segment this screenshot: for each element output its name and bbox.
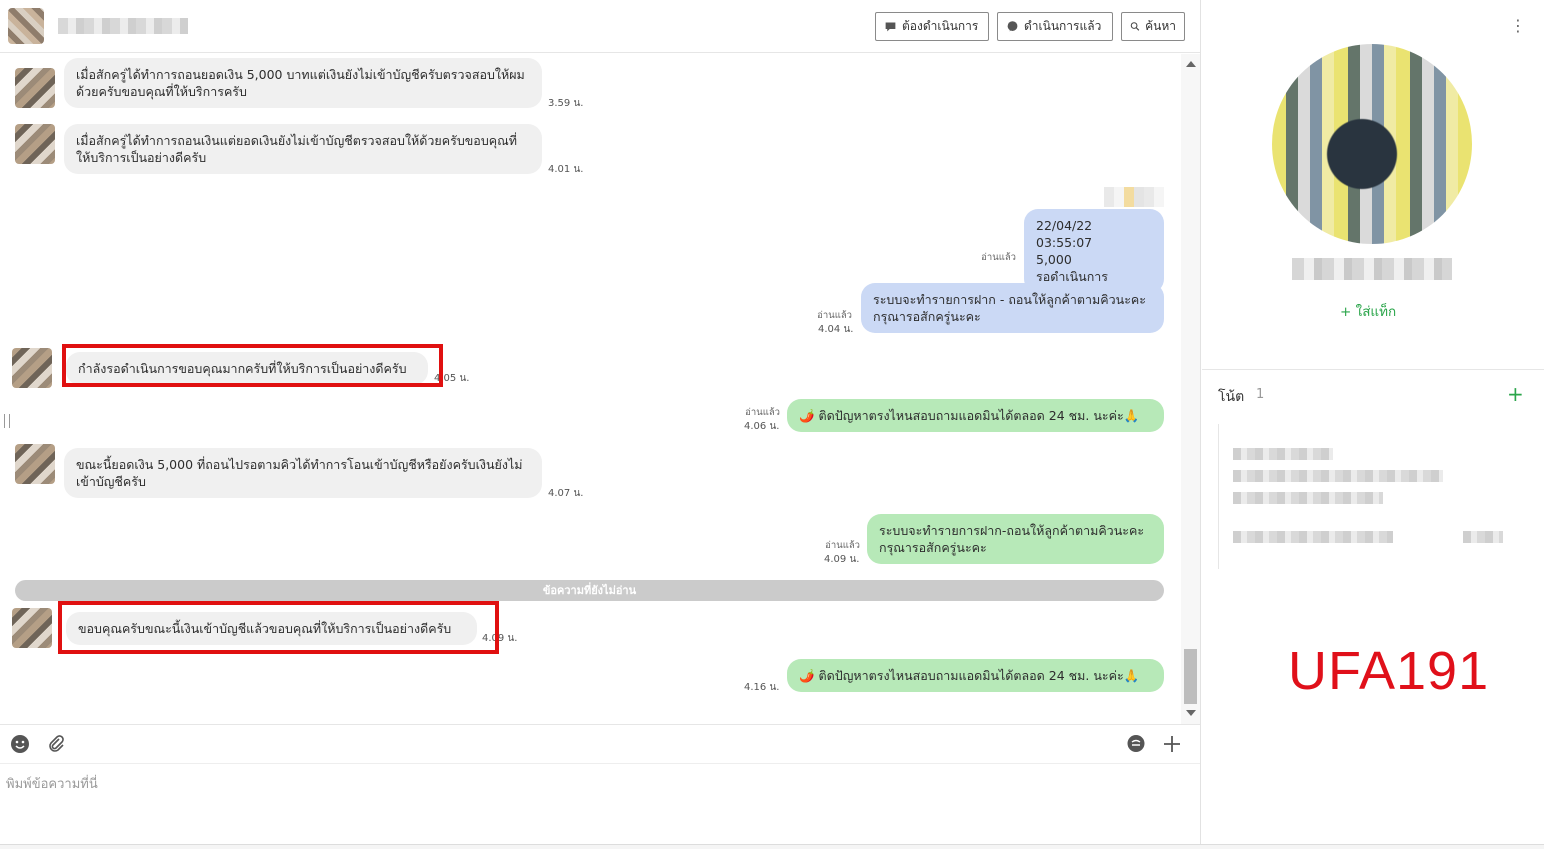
note-line-blurred (1233, 470, 1443, 482)
highlight-box (58, 601, 499, 654)
app-window: ต้องดำเนินการ ดำเนินการแล้ว ค้นหา เมื่อส… (0, 0, 1544, 849)
scroll-down-arrow-icon[interactable] (1186, 710, 1196, 716)
incoming-message: เมื่อสักครู่ได้ทำการถอนเงินแต่ยอดเงินยัง… (64, 124, 542, 174)
message-time: 3.59 น. (548, 98, 584, 109)
customer-avatar[interactable] (12, 348, 52, 388)
transaction-datetime: 22/04/22 03:55:07 (1036, 218, 1093, 250)
window-bottom-edge (0, 844, 1544, 849)
done-filter-button[interactable]: ดำเนินการแล้ว (997, 12, 1113, 41)
unread-divider: ข้อความที่ยังไม่อ่าน (15, 580, 1164, 601)
note-line-blurred (1233, 492, 1383, 504)
pending-filter-label: ต้องดำเนินการ (902, 19, 979, 33)
chat-column: ต้องดำเนินการ ดำเนินการแล้ว ค้นหา เมื่อส… (0, 0, 1201, 849)
note-line-blurred (1463, 531, 1503, 543)
notes-title: โน้ต (1218, 389, 1245, 405)
watermark-text: UFA191 (1288, 641, 1490, 701)
message-time: 4.06 น. (744, 421, 780, 432)
attachment-icon[interactable] (45, 733, 67, 755)
add-tag-link[interactable]: + ใส่แท็ก (1340, 300, 1396, 322)
outgoing-message: ระบบจะทำรายการฝาก-ถอนให้ลูกค้าตามคิวนะคะ… (867, 514, 1164, 564)
speech-bubble-icon (885, 22, 896, 32)
outgoing-message: 🌶️ ติดปัญหาตรงไหนสอบถามแอดมินได้ตลอด 24 … (787, 399, 1164, 432)
message-time: 4.16 น. (744, 682, 780, 693)
chat-bubble-icon (1007, 21, 1018, 32)
search-icon (1130, 22, 1140, 31)
read-receipt: อ่านแล้ว (981, 252, 1016, 263)
note-line-blurred (1233, 531, 1393, 543)
profile-name-blurred (1292, 258, 1452, 280)
contact-avatar[interactable] (8, 8, 44, 44)
chat-template-icon[interactable] (1125, 733, 1147, 755)
outgoing-message: 🌶️ ติดปัญหาตรงไหนสอบถามแอดมินได้ตลอด 24 … (787, 659, 1164, 692)
incoming-message: ขณะนี้ยอดเงิน 5,000 ที่ถอนไปรอตามคิวได้ท… (64, 448, 542, 498)
sender-name-blurred (1104, 187, 1164, 207)
scroll-up-arrow-icon[interactable] (1186, 61, 1196, 67)
scroll-thumb[interactable] (1184, 649, 1197, 704)
done-filter-label: ดำเนินการแล้ว (1024, 19, 1102, 33)
note-line-blurred (1233, 448, 1333, 460)
notes-count: 1 (1256, 387, 1265, 402)
profile-panel: ⋮ + ใส่แท็ก โน้ต 1 + UFA191 (1202, 0, 1544, 844)
message-time: 4.09 น. (824, 554, 860, 565)
emoji-icon[interactable] (9, 733, 31, 755)
read-receipt: อ่านแล้ว (745, 407, 780, 418)
message-time: 4.04 น. (818, 324, 854, 335)
panel-divider (1202, 369, 1544, 370)
message-scrollbar[interactable] (1181, 54, 1200, 724)
resize-handle[interactable] (4, 414, 10, 428)
message-list[interactable]: เมื่อสักครู่ได้ทำการถอนยอดเงิน 5,000 บาท… (0, 54, 1180, 724)
plus-icon[interactable] (1161, 733, 1183, 755)
customer-avatar[interactable] (12, 608, 52, 648)
incoming-message: เมื่อสักครู่ได้ทำการถอนยอดเงิน 5,000 บาท… (64, 58, 542, 108)
composer-toolbar (0, 724, 1200, 764)
search-label: ค้นหา (1145, 19, 1176, 33)
customer-avatar[interactable] (15, 444, 55, 484)
chat-header: ต้องดำเนินการ ดำเนินการแล้ว ค้นหา (0, 0, 1200, 53)
read-receipt: อ่านแล้ว (825, 540, 860, 551)
message-time: 4.07 น. (548, 488, 584, 499)
profile-photo (1272, 44, 1472, 244)
add-note-button[interactable]: + (1507, 382, 1524, 406)
highlight-box (62, 344, 443, 387)
read-receipt: อ่านแล้ว (817, 310, 852, 321)
transaction-amount: 5,000 (1036, 252, 1072, 267)
composer (0, 765, 1200, 845)
customer-avatar[interactable] (15, 124, 55, 164)
outgoing-message: ระบบจะทำรายการฝาก - ถอนให้ลูกค้าตามคิวนะ… (861, 283, 1164, 333)
pending-filter-button[interactable]: ต้องดำเนินการ (875, 12, 989, 41)
search-button[interactable]: ค้นหา (1121, 12, 1185, 41)
message-input[interactable] (6, 773, 1186, 837)
customer-avatar[interactable] (15, 68, 55, 108)
outgoing-transaction-message: 22/04/22 03:55:07 5,000 รอดำเนินการ (1024, 209, 1164, 293)
more-options-icon[interactable]: ⋮ (1510, 16, 1526, 35)
note-card[interactable] (1218, 424, 1524, 569)
message-time: 4.01 น. (548, 164, 584, 175)
contact-name-blurred (58, 18, 188, 34)
